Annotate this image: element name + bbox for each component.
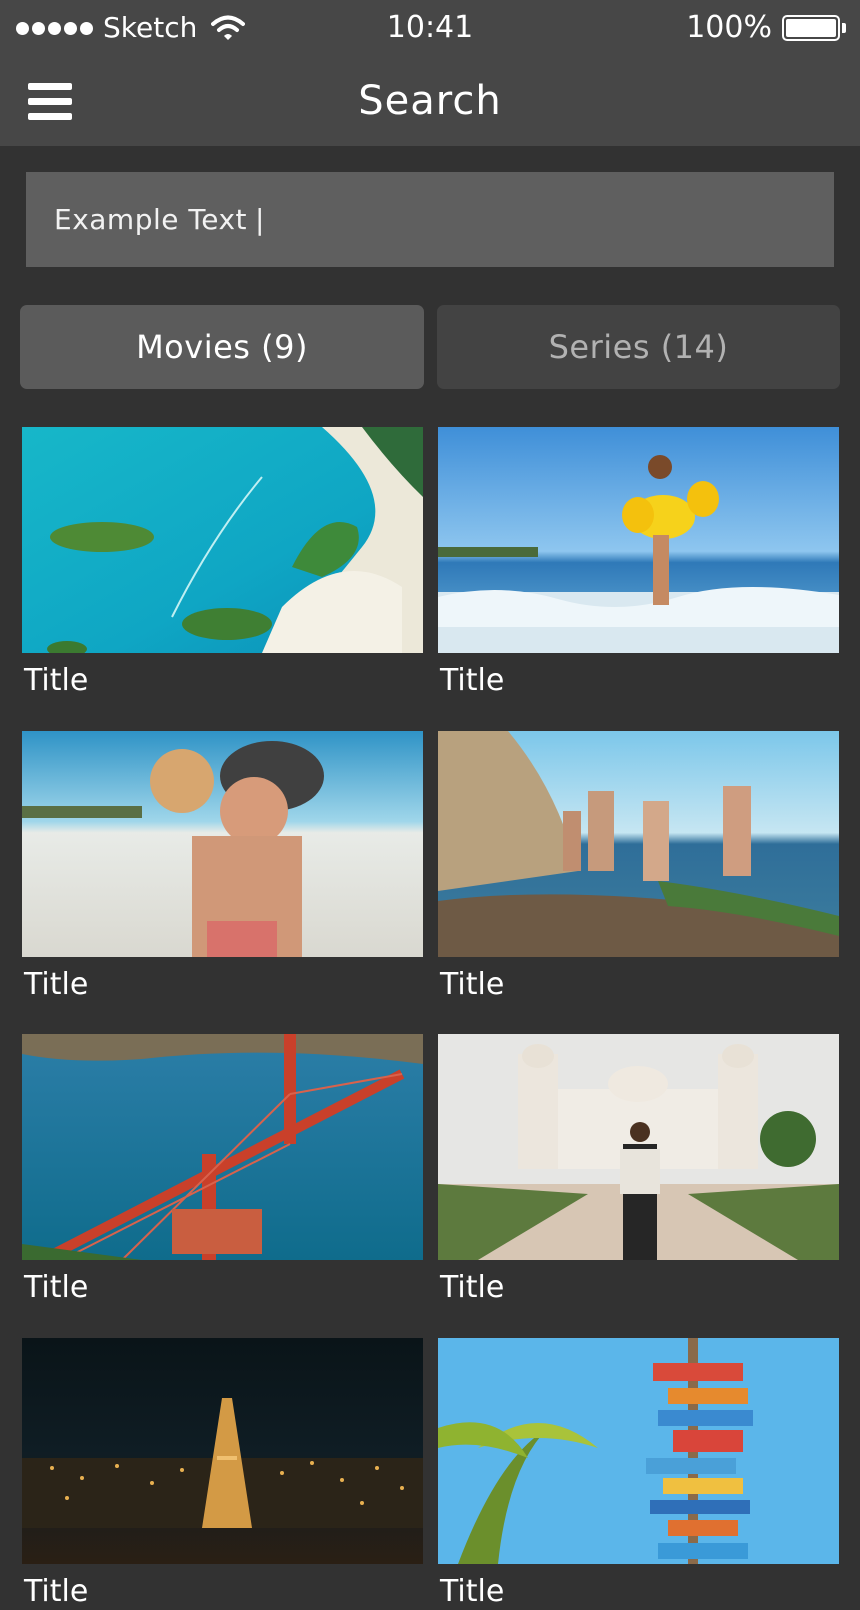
status-left: Sketch	[16, 10, 246, 46]
thumbnail-traveler-monument	[438, 1034, 839, 1260]
thumbnail-beach-duck	[438, 427, 839, 653]
status-right: 100%	[686, 10, 846, 46]
thumbnail-friends-jumping	[438, 731, 839, 957]
result-card[interactable]: Title	[22, 731, 423, 1003]
text-cursor: |	[255, 203, 265, 236]
result-title: Title	[24, 967, 89, 1002]
result-card[interactable]: Title	[438, 1034, 839, 1306]
tab-series[interactable]: Series (14)	[437, 305, 840, 389]
search-input-value: Example Text	[54, 203, 248, 236]
result-card[interactable]: Title	[22, 1338, 423, 1610]
wifi-icon	[211, 15, 246, 40]
battery-cap	[842, 23, 846, 33]
battery-fill	[786, 19, 836, 37]
result-title: Title	[24, 663, 89, 698]
navigation-bar: Search	[0, 56, 860, 146]
thumbnail-islands	[22, 427, 423, 653]
search-input[interactable]: Example Text |	[26, 172, 834, 267]
result-card[interactable]: Title	[438, 1338, 839, 1610]
thumbnail-golden-gate	[22, 1034, 423, 1260]
hamburger-menu-icon[interactable]	[22, 76, 78, 126]
thumbnail-signpost-palm	[438, 1338, 839, 1564]
battery-percentage: 100%	[686, 10, 772, 45]
result-card[interactable]: Title	[438, 731, 839, 1003]
tab-movies[interactable]: Movies (9)	[20, 305, 424, 389]
thumbnail-couple-beach	[22, 731, 423, 957]
carrier-name: Sketch	[103, 11, 198, 44]
result-title: Title	[440, 967, 505, 1002]
result-title: Title	[24, 1574, 89, 1609]
page-title: Search	[358, 78, 502, 124]
result-card[interactable]: Title	[438, 427, 839, 699]
status-bar: Sketch 10:41 100%	[0, 0, 860, 56]
thumbnail-eiffel-night	[22, 1338, 423, 1564]
result-title: Title	[440, 1574, 505, 1609]
result-title: Title	[440, 663, 505, 698]
result-title: Title	[24, 1270, 89, 1305]
result-card[interactable]: Title	[22, 427, 423, 699]
result-card[interactable]: Title	[22, 1034, 423, 1306]
battery-icon	[782, 15, 840, 41]
signal-dots-icon	[16, 21, 93, 35]
result-title: Title	[440, 1270, 505, 1305]
